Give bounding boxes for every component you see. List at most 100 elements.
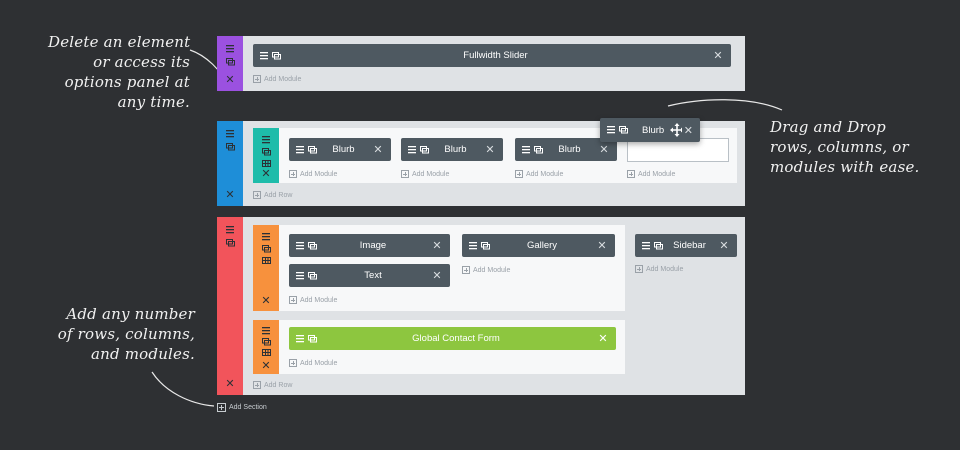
- plus-square-icon: [217, 403, 226, 412]
- annotation-line: Add any number: [66, 305, 195, 323]
- hamburger-icon[interactable]: [262, 233, 270, 241]
- duplicate-icon[interactable]: [225, 58, 235, 66]
- move-arrows-icon: [670, 123, 682, 137]
- curve-bottom-left: [151, 371, 215, 407]
- module-blurb-dragging[interactable]: Blurb ✕: [600, 118, 700, 142]
- close-icon[interactable]: ✕: [225, 379, 234, 390]
- duplicate-icon[interactable]: [261, 245, 271, 253]
- add-module-link[interactable]: Add Module: [253, 75, 301, 83]
- row-toolbar: ✕: [253, 225, 279, 311]
- annotation-add-rows: Add any number of rows, columns, and mod…: [50, 304, 195, 364]
- add-module-link[interactable]: Add Module: [462, 266, 510, 274]
- hamburger-icon[interactable]: [262, 327, 270, 335]
- add-module-link[interactable]: Add Module: [289, 170, 337, 178]
- plus-square-icon: [635, 265, 643, 273]
- module-blurb[interactable]: Blurb ✕: [289, 138, 391, 161]
- close-icon[interactable]: ✕: [225, 75, 234, 86]
- add-module-label: Add Module: [638, 170, 676, 178]
- module-blurb[interactable]: Blurb ✕: [401, 138, 503, 161]
- duplicate-icon[interactable]: [308, 241, 317, 250]
- columns-icon[interactable]: [261, 257, 271, 264]
- duplicate-icon[interactable]: [534, 145, 543, 154]
- close-icon[interactable]: ✕: [596, 143, 612, 156]
- close-icon[interactable]: ✕: [682, 124, 695, 137]
- module-image[interactable]: Image ✕: [289, 234, 450, 257]
- hamburger-icon[interactable]: [642, 241, 650, 250]
- hamburger-icon[interactable]: [296, 334, 304, 343]
- plus-square-icon: [253, 381, 261, 389]
- close-icon[interactable]: ✕: [595, 332, 611, 345]
- duplicate-icon[interactable]: [420, 145, 429, 154]
- module-label: Gallery: [526, 240, 558, 251]
- annotation-drag-drop: Drag and Drop rows, columns, or modules …: [770, 117, 940, 177]
- add-row-link[interactable]: Add Row: [253, 381, 292, 389]
- columns-icon[interactable]: [261, 349, 271, 356]
- module-label: Global Contact Form: [412, 333, 500, 344]
- plus-square-icon: [462, 266, 470, 274]
- hamburger-icon[interactable]: [262, 136, 270, 144]
- add-module-link[interactable]: Add Module: [401, 170, 449, 178]
- hamburger-icon[interactable]: [226, 226, 234, 234]
- add-module-link[interactable]: Add Module: [635, 265, 683, 273]
- close-icon[interactable]: ✕: [710, 49, 726, 62]
- section-toolbar: ✕: [217, 121, 243, 206]
- add-module-label: Add Module: [473, 266, 511, 274]
- close-icon[interactable]: ✕: [716, 239, 732, 252]
- duplicate-icon[interactable]: [272, 51, 281, 60]
- duplicate-icon[interactable]: [308, 271, 317, 280]
- plus-square-icon: [289, 296, 297, 304]
- module-label: Fullwidth Slider: [463, 50, 528, 61]
- module-label: Sidebar: [673, 240, 706, 251]
- close-icon[interactable]: ✕: [261, 296, 270, 307]
- add-row-link[interactable]: Add Row: [253, 191, 292, 199]
- add-section-link[interactable]: Add Section: [217, 403, 267, 412]
- annotation-line: of rows, columns,: [57, 325, 195, 343]
- module-global-contact-form[interactable]: Global Contact Form ✕: [289, 327, 616, 350]
- add-module-link[interactable]: Add Module: [515, 170, 563, 178]
- duplicate-icon[interactable]: [308, 145, 317, 154]
- module-gallery[interactable]: Gallery ✕: [462, 234, 615, 257]
- duplicate-icon[interactable]: [308, 334, 317, 343]
- hamburger-icon[interactable]: [408, 145, 416, 154]
- add-module-label: Add Module: [300, 296, 338, 304]
- hamburger-icon[interactable]: [607, 126, 615, 134]
- plus-square-icon: [289, 170, 297, 178]
- hamburger-icon[interactable]: [226, 45, 234, 53]
- module-sidebar[interactable]: Sidebar ✕: [635, 234, 737, 257]
- module-text[interactable]: Text ✕: [289, 264, 450, 287]
- module-fullwidth-slider[interactable]: Fullwidth Slider ✕: [253, 44, 731, 67]
- annotation-delete-element: Delete an element or access its options …: [48, 32, 190, 112]
- hamburger-icon[interactable]: [296, 241, 304, 250]
- close-icon[interactable]: ✕: [429, 239, 445, 252]
- close-icon[interactable]: ✕: [429, 269, 445, 282]
- close-icon[interactable]: ✕: [225, 190, 234, 201]
- duplicate-icon[interactable]: [481, 241, 490, 250]
- hamburger-icon[interactable]: [226, 130, 234, 138]
- section-specialty: ✕ ✕ Image ✕ Text ✕ Add Module Gallery ✕ …: [217, 217, 745, 395]
- hamburger-icon[interactable]: [522, 145, 530, 154]
- section-toolbar: ✕: [217, 36, 243, 91]
- add-module-link[interactable]: Add Module: [289, 296, 337, 304]
- duplicate-icon[interactable]: [619, 126, 628, 134]
- close-icon[interactable]: ✕: [594, 239, 610, 252]
- add-section-label: Add Section: [229, 404, 267, 411]
- add-module-label: Add Module: [526, 170, 564, 178]
- hamburger-icon[interactable]: [260, 51, 268, 60]
- duplicate-icon[interactable]: [654, 241, 663, 250]
- module-label: Blurb: [332, 144, 355, 155]
- add-module-link[interactable]: Add Module: [627, 170, 675, 178]
- annotation-line: and modules.: [90, 345, 195, 363]
- hamburger-icon[interactable]: [296, 271, 304, 280]
- duplicate-icon[interactable]: [261, 338, 271, 346]
- duplicate-icon[interactable]: [225, 239, 235, 247]
- close-icon[interactable]: ✕: [261, 361, 270, 372]
- close-icon[interactable]: ✕: [370, 143, 386, 156]
- add-module-link[interactable]: Add Module: [289, 359, 337, 367]
- close-icon[interactable]: ✕: [261, 169, 270, 180]
- columns-icon[interactable]: [261, 160, 271, 167]
- close-icon[interactable]: ✕: [482, 143, 498, 156]
- hamburger-icon[interactable]: [469, 241, 477, 250]
- duplicate-icon[interactable]: [261, 148, 271, 156]
- duplicate-icon[interactable]: [225, 143, 235, 151]
- hamburger-icon[interactable]: [296, 145, 304, 154]
